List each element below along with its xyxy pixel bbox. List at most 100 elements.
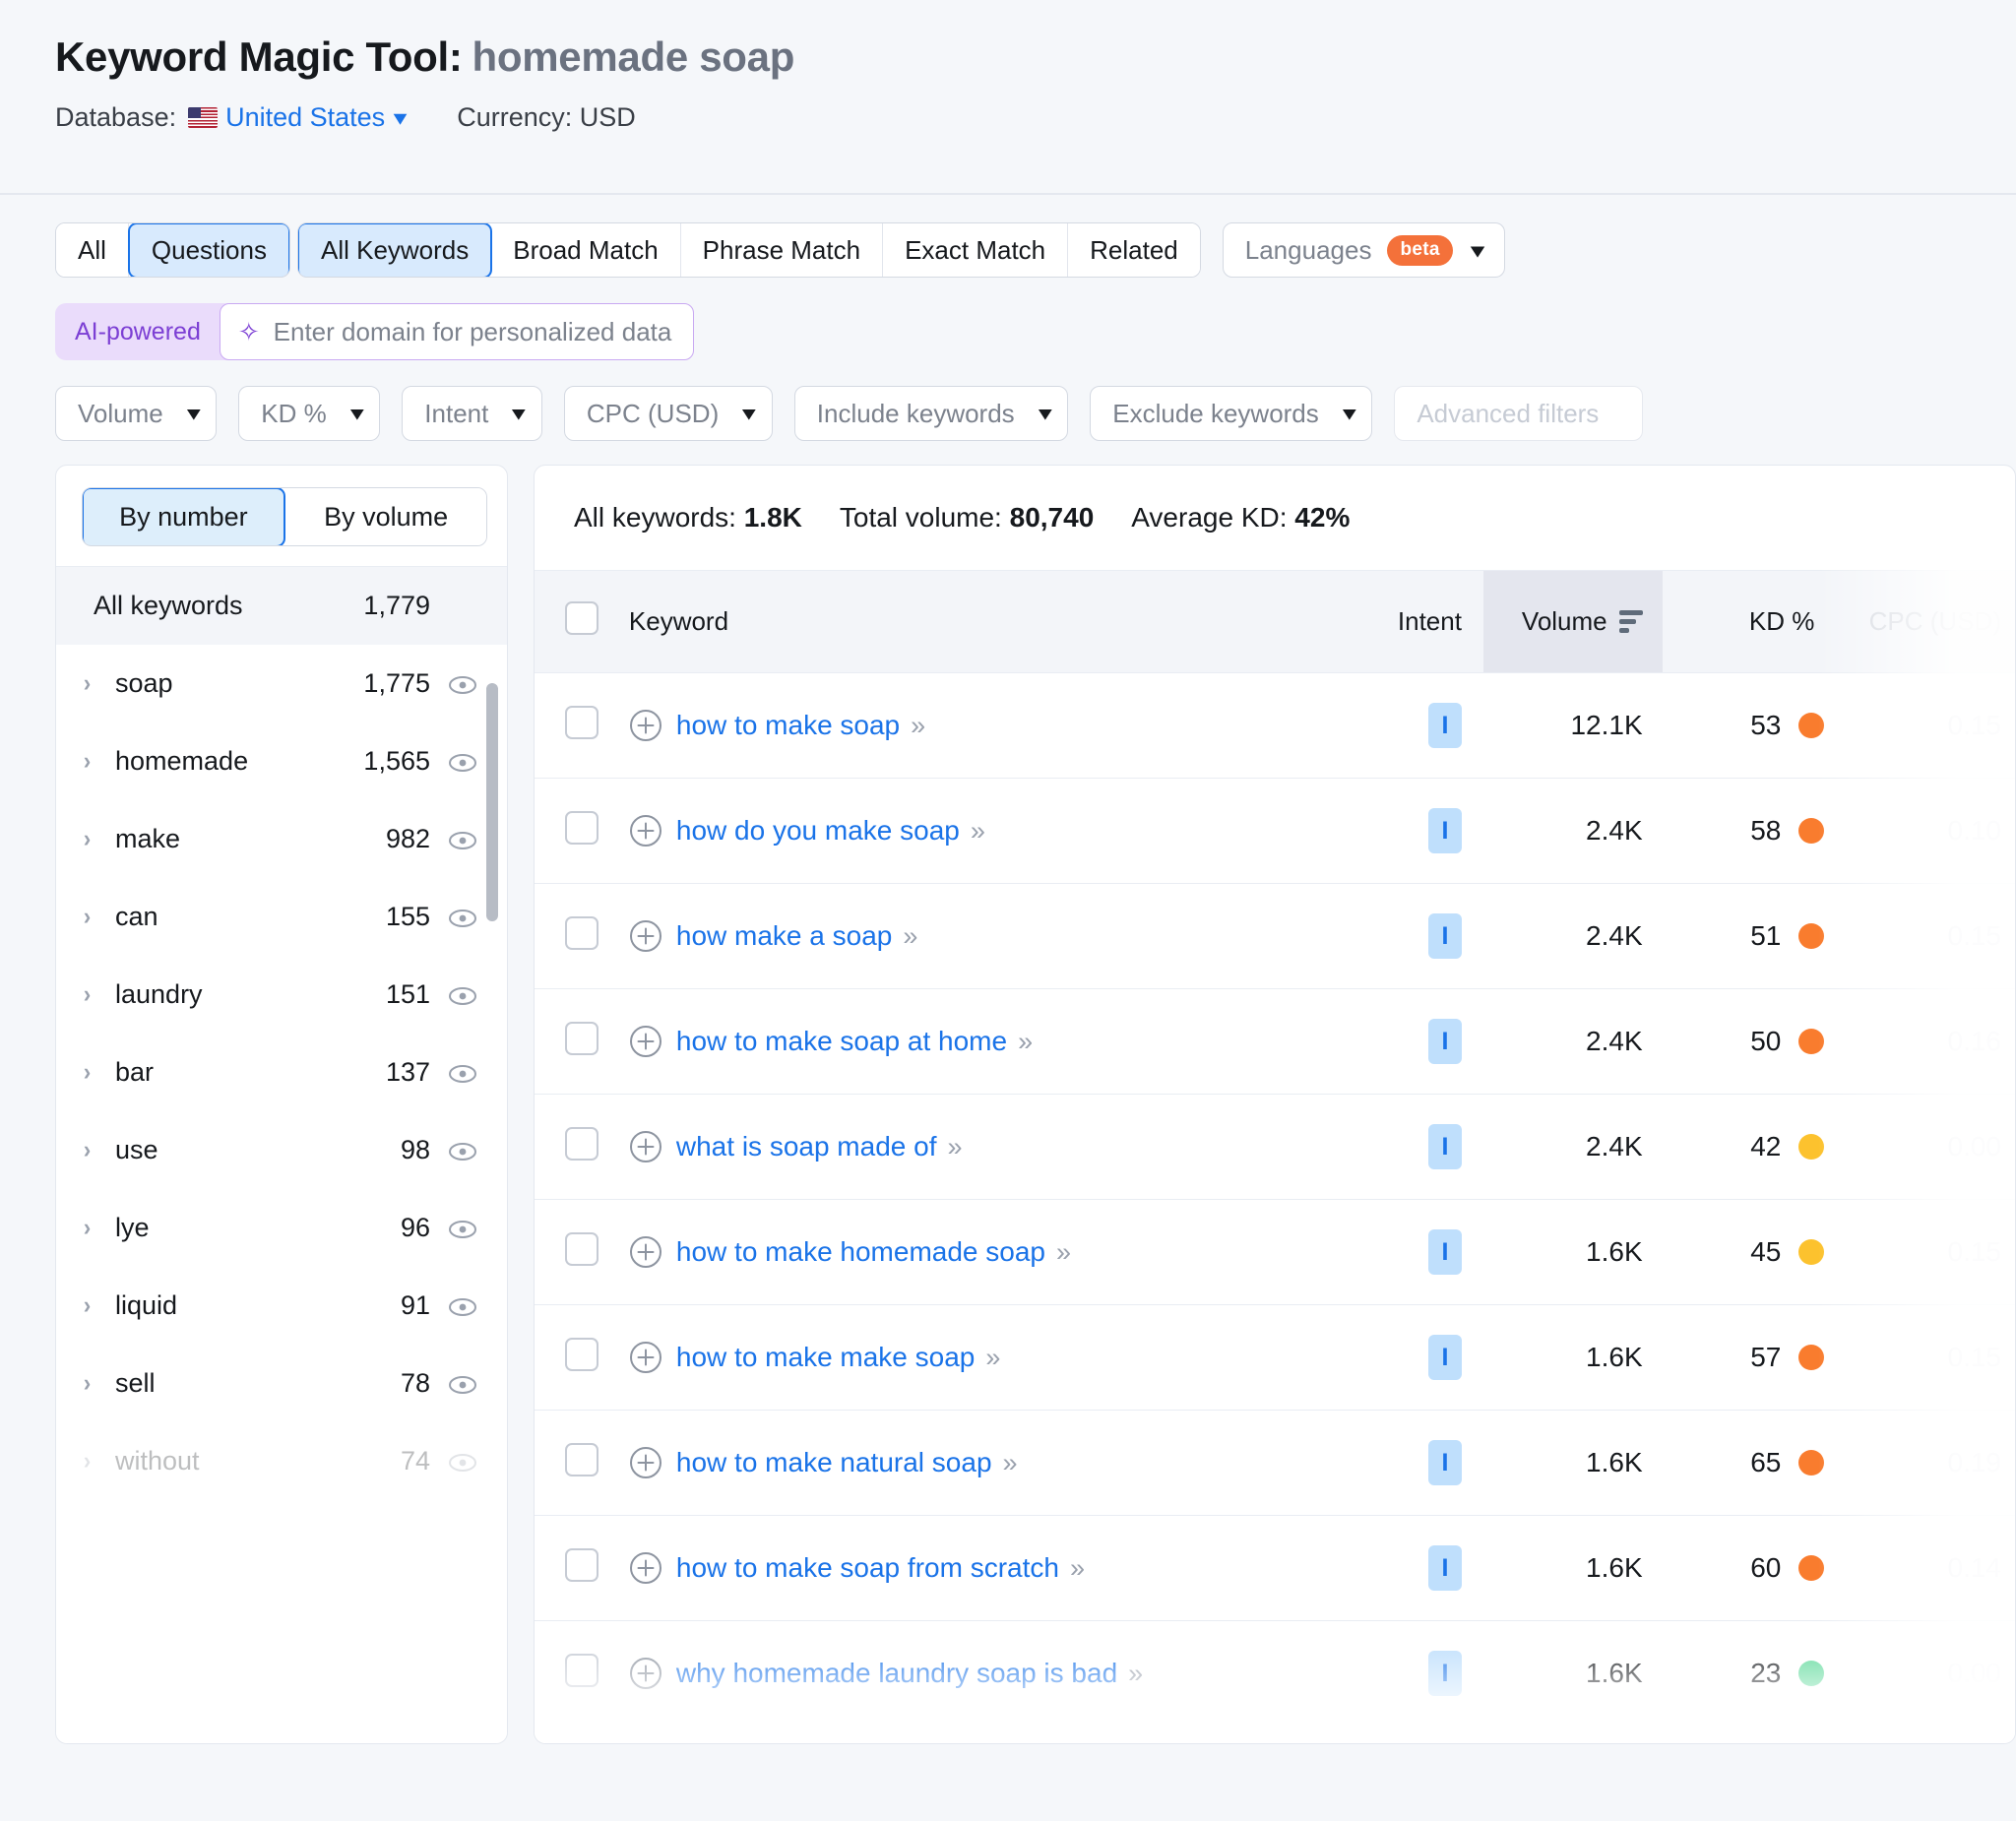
table-row[interactable]: how do you make soap » I 2.4K 58 0.10 [535, 779, 2015, 884]
table-row[interactable]: how to make soap from scratch » I 1.6K 60 0.1… [535, 1516, 2015, 1621]
row-keyword-link[interactable]: how do you make soap [676, 815, 960, 847]
intent-badge[interactable]: I [1427, 1229, 1462, 1275]
eye-icon[interactable] [430, 902, 477, 932]
sidebar-item-all-keywords[interactable]: All keywords 1,779 [56, 567, 507, 645]
row-keyword-link[interactable]: how to make soap from scratch [676, 1552, 1059, 1584]
sidebar-item-can[interactable]: › can 155 [56, 878, 507, 956]
add-keyword-icon[interactable] [629, 919, 662, 953]
row-checkbox[interactable] [564, 1653, 598, 1687]
filter-intent[interactable]: Intent ▾ [402, 386, 542, 441]
row-checkbox[interactable] [564, 1126, 598, 1161]
row-checkbox[interactable] [564, 1337, 598, 1371]
table-row[interactable]: how to make homemade soap » I 1.6K 45 0.15 [535, 1200, 2015, 1305]
filter-kd[interactable]: KD % ▾ [238, 386, 381, 441]
eye-icon[interactable] [430, 1057, 477, 1088]
row-keyword-link[interactable]: how to make soap [676, 710, 900, 741]
intent-badge[interactable]: I [1427, 1124, 1462, 1169]
eye-icon[interactable] [430, 824, 477, 854]
eye-icon[interactable] [430, 1290, 477, 1321]
add-keyword-icon[interactable] [629, 814, 662, 848]
add-keyword-icon[interactable] [629, 1446, 662, 1479]
double-chevron-right-icon[interactable]: » [1056, 1237, 1071, 1268]
chevron-right-icon[interactable]: › [84, 1369, 114, 1398]
eye-icon[interactable] [430, 1368, 477, 1399]
chevron-right-icon[interactable]: › [84, 1291, 114, 1320]
toggle-by-number[interactable]: By number [83, 488, 286, 545]
tab-all-keywords[interactable]: All Keywords [297, 223, 493, 277]
row-checkbox[interactable] [564, 1021, 598, 1055]
table-row[interactable]: why homemade laundry soap is bad » I 1.6K 23… [535, 1621, 2015, 1727]
database-value[interactable]: United States [225, 102, 385, 133]
sidebar-item-bar[interactable]: › bar 137 [56, 1034, 507, 1111]
table-row[interactable]: how to make soap at home » I 2.4K 50 0.16 [535, 989, 2015, 1095]
double-chevron-right-icon[interactable]: » [1018, 1027, 1033, 1057]
intent-badge[interactable]: I [1427, 913, 1462, 959]
eye-icon[interactable] [430, 1213, 477, 1243]
chevron-right-icon[interactable]: › [84, 1058, 114, 1087]
row-keyword-link[interactable]: how to make make soap [676, 1342, 976, 1373]
languages-dropdown[interactable]: Languages beta ▾ [1222, 222, 1505, 278]
sidebar-scrollbar[interactable] [486, 683, 498, 921]
eye-icon[interactable] [430, 668, 477, 699]
table-row[interactable]: how can we make soap at home»I1.3K550.15 [535, 1727, 2015, 1744]
intent-badge[interactable]: I [1427, 808, 1462, 853]
add-keyword-icon[interactable] [629, 1025, 662, 1058]
sidebar-item-soap[interactable]: › soap 1,775 [56, 645, 507, 722]
eye-icon[interactable] [430, 746, 477, 777]
select-all-checkbox[interactable] [564, 601, 598, 635]
toggle-by-volume[interactable]: By volume [285, 488, 486, 545]
chevron-right-icon[interactable]: › [84, 1447, 114, 1476]
intent-badge[interactable]: I [1427, 703, 1462, 748]
add-keyword-icon[interactable] [629, 1551, 662, 1585]
row-keyword-link[interactable]: why homemade laundry soap is bad [676, 1658, 1117, 1689]
add-keyword-icon[interactable] [629, 1130, 662, 1163]
add-keyword-icon[interactable] [629, 1235, 662, 1269]
row-checkbox[interactable] [564, 705, 598, 739]
header-kd[interactable]: KD % [1662, 570, 1847, 673]
table-row[interactable]: how to make soap » I 12.1K 53 0.15 [535, 673, 2015, 779]
tab-questions[interactable]: Questions [127, 223, 289, 277]
table-row[interactable]: how to make make soap » I 1.6K 57 0.15 [535, 1305, 2015, 1411]
intent-badge[interactable]: I [1427, 1335, 1462, 1380]
row-keyword-link[interactable]: how to make homemade soap [676, 1236, 1045, 1268]
table-row[interactable]: what is soap made of » I 2.4K 42 0.00 [535, 1095, 2015, 1200]
double-chevron-right-icon[interactable]: » [947, 1132, 962, 1162]
row-checkbox[interactable] [564, 810, 598, 845]
header-intent[interactable]: Intent [1285, 570, 1483, 673]
row-keyword-link[interactable]: how make a soap [676, 920, 892, 952]
row-checkbox[interactable] [564, 1231, 598, 1266]
intent-badge[interactable]: I [1427, 1019, 1462, 1064]
filter-advanced[interactable]: Advanced filters [1394, 386, 1644, 441]
sidebar-item-homemade[interactable]: › homemade 1,565 [56, 722, 507, 800]
table-row[interactable]: how to make natural soap » I 1.6K 65 0.19 [535, 1411, 2015, 1516]
intent-badge[interactable]: I [1427, 1545, 1462, 1591]
row-keyword-link[interactable]: how to make soap at home [676, 1026, 1007, 1057]
eye-icon[interactable] [430, 1446, 477, 1476]
row-checkbox[interactable] [564, 1442, 598, 1476]
tab-related[interactable]: Related [1068, 223, 1200, 277]
chevron-right-icon[interactable]: › [84, 1136, 114, 1164]
tab-exact-match[interactable]: Exact Match [883, 223, 1069, 277]
double-chevron-right-icon[interactable]: » [985, 1343, 1000, 1373]
chevron-right-icon[interactable]: › [84, 980, 114, 1009]
filter-cpc[interactable]: CPC (USD) ▾ [563, 386, 773, 441]
tab-broad-match[interactable]: Broad Match [491, 223, 681, 277]
add-keyword-icon[interactable] [629, 1657, 662, 1690]
sidebar-item-laundry[interactable]: › laundry 151 [56, 956, 507, 1034]
row-keyword-link[interactable]: how to make natural soap [676, 1447, 992, 1478]
sidebar-item-without[interactable]: › without 74 [56, 1422, 507, 1500]
chevron-down-icon[interactable]: ▾ [394, 105, 408, 131]
row-checkbox[interactable] [564, 915, 598, 950]
row-keyword-link[interactable]: what is soap made of [676, 1131, 937, 1162]
double-chevron-right-icon[interactable]: » [1003, 1448, 1018, 1478]
filter-include-keywords[interactable]: Include keywords ▾ [793, 386, 1069, 441]
tab-all[interactable]: All [56, 223, 129, 277]
sidebar-item-use[interactable]: › use 98 [56, 1111, 507, 1189]
domain-input[interactable]: ✧ Enter domain for personalized data [219, 303, 695, 360]
double-chevron-right-icon[interactable]: » [1070, 1553, 1085, 1584]
chevron-right-icon[interactable]: › [84, 747, 114, 776]
eye-icon[interactable] [430, 979, 477, 1010]
header-cpc[interactable]: CPC (USD) [1846, 570, 2015, 673]
header-volume[interactable]: Volume [1482, 570, 1663, 673]
filter-exclude-keywords[interactable]: Exclude keywords ▾ [1090, 386, 1373, 441]
